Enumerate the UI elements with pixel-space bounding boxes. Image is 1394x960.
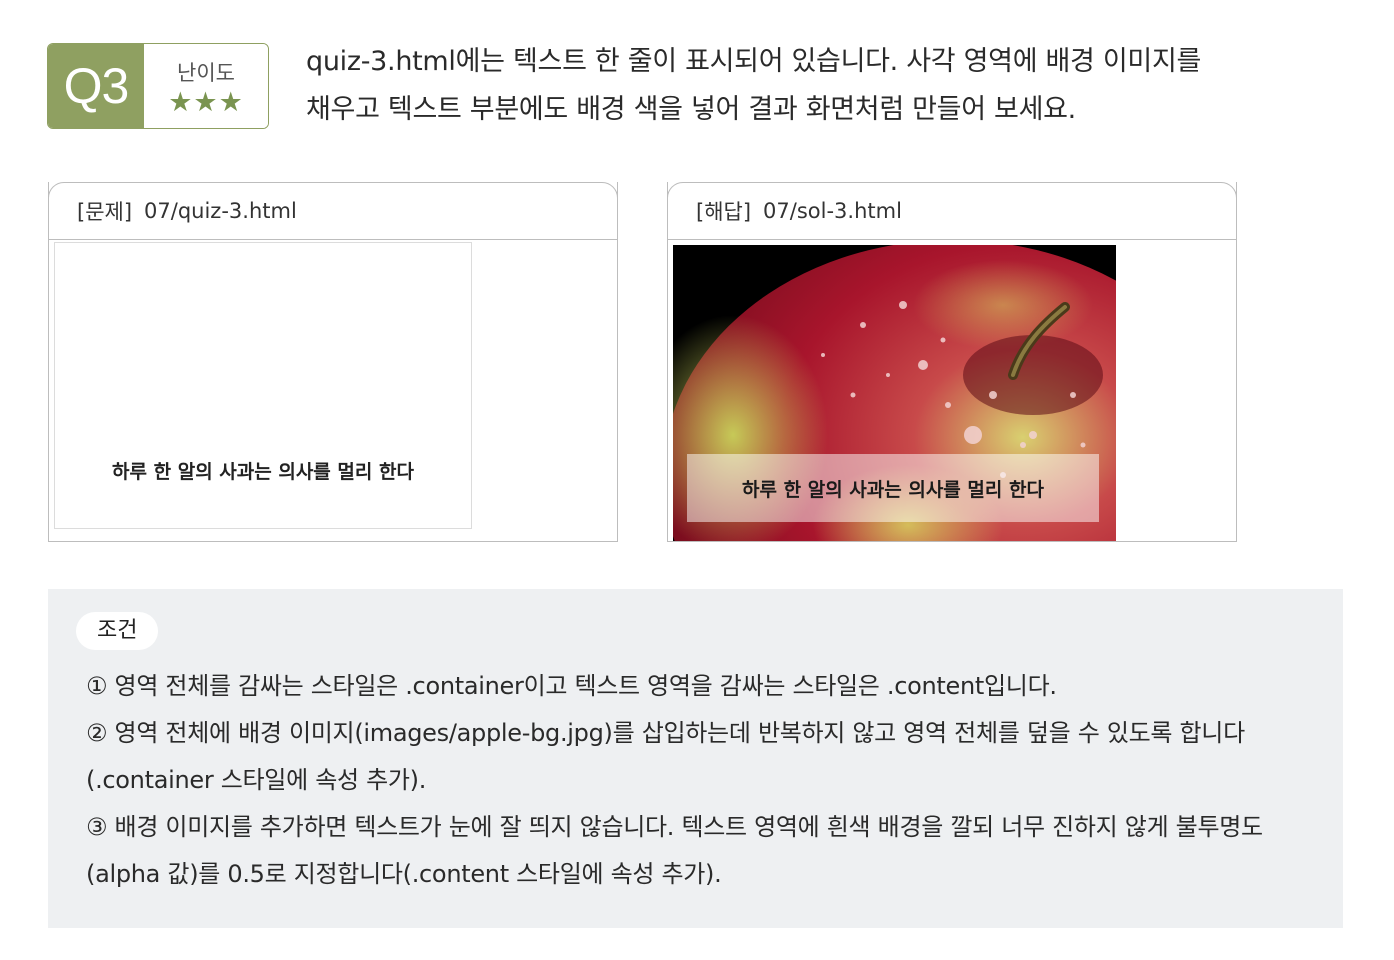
quiz-panel-header: [문제] 07/quiz-3.html [48, 182, 618, 240]
conditions-title: 조건 [76, 612, 159, 650]
difficulty-box: 난이도 ★★★ [144, 44, 268, 128]
quiz-tag: [문제] [77, 200, 133, 224]
solution-tag: [해답] [696, 200, 752, 224]
question-text: quiz-3.html에는 텍스트 한 줄이 표시되어 있습니다. 사각 영역에… [306, 38, 1366, 134]
quiz-container: 하루 한 알의 사과는 의사를 멀리 한다 [54, 242, 472, 529]
conditions-list: ① 영역 전체를 감싸는 스타일은 .container이고 텍스트 영역을 감… [86, 663, 1311, 898]
difficulty-stars: ★★★ [168, 86, 244, 118]
difficulty-label: 난이도 [177, 60, 235, 85]
condition-item: ② 영역 전체에 배경 이미지(images/apple-bg.jpg)를 삽입… [86, 719, 1245, 794]
solution-panel-header: [해답] 07/sol-3.html [667, 182, 1237, 240]
question-badge: Q3 난이도 ★★★ [47, 43, 269, 129]
conditions-box: 조건 ① 영역 전체를 감싸는 스타일은 .container이고 텍스트 영역… [48, 589, 1343, 928]
solution-filename: 07/sol-3.html [763, 199, 902, 223]
question-line-1: quiz-3.html에는 텍스트 한 줄이 표시되어 있습니다. 사각 영역에… [306, 46, 1202, 77]
solution-preview: 하루 한 알의 사과는 의사를 멀리 한다 [668, 240, 1236, 541]
condition-item: ③ 배경 이미지를 추가하면 텍스트가 눈에 잘 띄지 않습니다. 텍스트 영역… [86, 813, 1263, 888]
quiz-filename: 07/quiz-3.html [144, 199, 297, 223]
condition-item: ① 영역 전체를 감싸는 스타일은 .container이고 텍스트 영역을 감… [86, 672, 1057, 700]
quiz-panel: [문제] 07/quiz-3.html 하루 한 알의 사과는 의사를 멀리 한… [48, 182, 618, 542]
quiz-content-text: 하루 한 알의 사과는 의사를 멀리 한다 [112, 461, 414, 483]
solution-panel: [해답] 07/sol-3.html 하루 한 알의 사과는 의사를 멀리 한다 [667, 182, 1237, 542]
question-number: Q3 [48, 44, 144, 128]
solution-content-text: 하루 한 알의 사과는 의사를 멀리 한다 [687, 454, 1099, 522]
question-line-2: 채우고 텍스트 부분에도 배경 색을 넣어 결과 화면처럼 만들어 보세요. [306, 94, 1076, 125]
quiz-preview: 하루 한 알의 사과는 의사를 멀리 한다 [49, 240, 617, 541]
solution-container: 하루 한 알의 사과는 의사를 멀리 한다 [673, 245, 1116, 541]
